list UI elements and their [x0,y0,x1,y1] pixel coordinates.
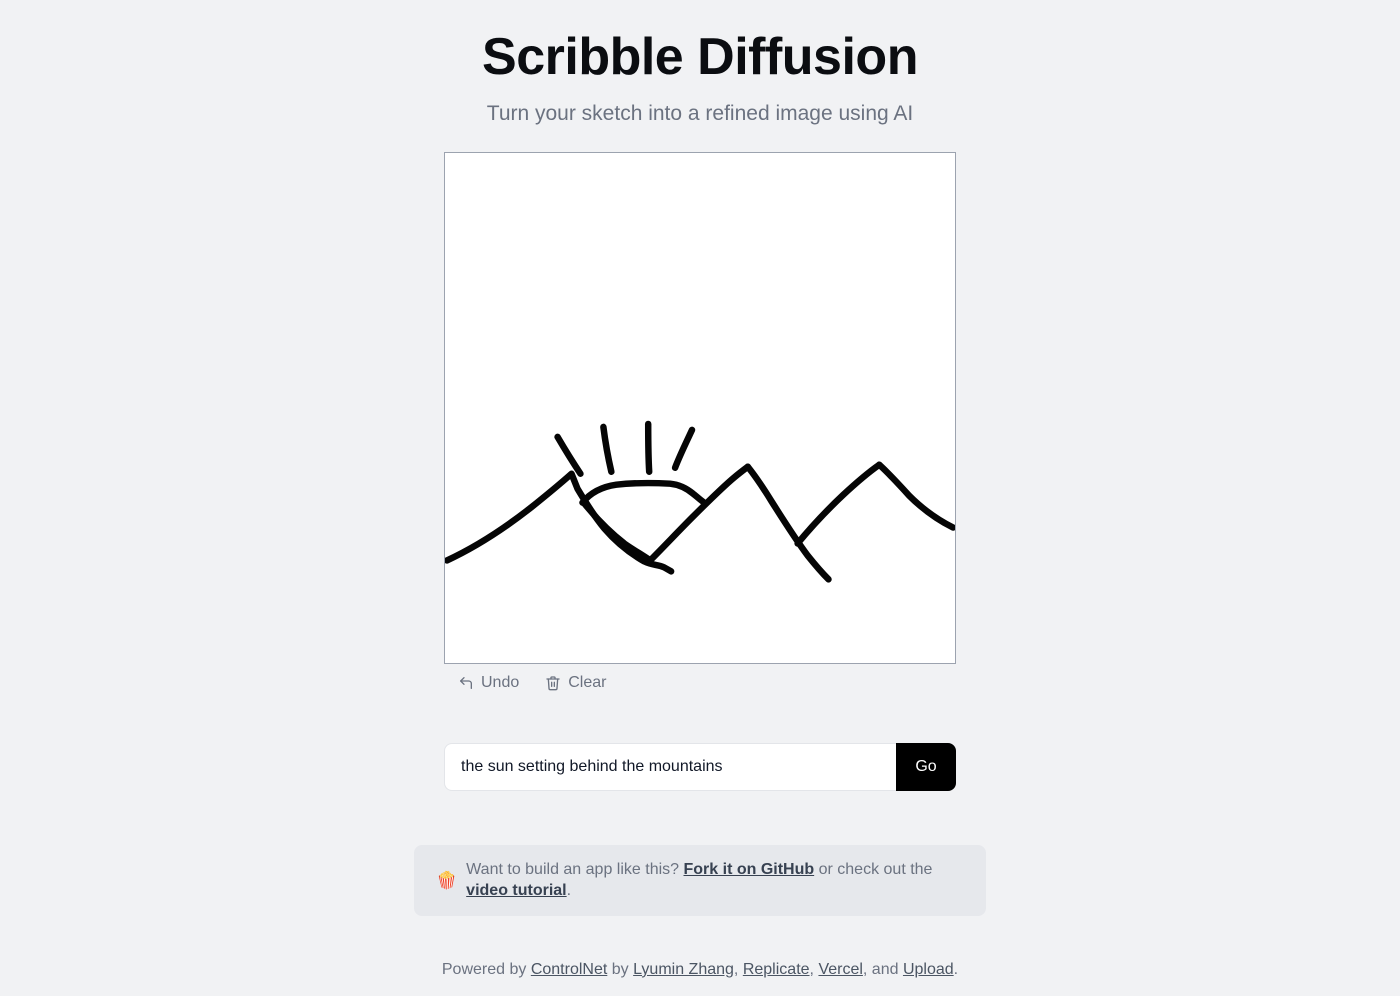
footer-end: . [953,960,959,978]
canvas-toolbar: Undo Clear [444,673,956,693]
page-title: Scribble Diffusion [482,28,918,86]
footer-credits: Powered by ControlNet by Lyumin Zhang, R… [442,961,958,979]
vercel-link[interactable]: Vercel [818,961,862,978]
clear-label: Clear [568,673,607,691]
canvas-section: Undo Clear [444,151,956,693]
undo-button[interactable]: Undo [456,673,521,693]
prompt-form: Go [444,742,956,791]
popcorn-emoji: 🍿 [436,870,458,890]
undo-arrow-icon [458,675,474,691]
author-link[interactable]: Lyumin Zhang [633,961,734,978]
banner-text-before: Want to build an app like this? [466,860,680,878]
controlnet-link[interactable]: ControlNet [531,961,607,978]
banner-text: Want to build an app like this? Fork it … [466,859,964,902]
banner-text-after: . [566,882,572,900]
fork-github-link[interactable]: Fork it on GitHub [684,861,815,878]
upload-link[interactable]: Upload [903,961,954,978]
go-button[interactable]: Go [896,742,956,791]
video-tutorial-link[interactable]: video tutorial [466,882,566,899]
footer-sep-2: , [809,960,814,978]
page-root: Scribble Diffusion Turn your sketch into… [0,0,1400,996]
footer-by: by [611,960,629,978]
trash-icon [545,675,561,691]
footer-and: , and [862,960,899,978]
sketch-drawing [445,420,955,583]
banner-text-middle: or check out the [818,860,933,878]
page-subtitle: Turn your sketch into a refined image us… [486,102,914,126]
clear-button[interactable]: Clear [543,673,608,693]
build-app-banner: 🍿 Want to build an app like this? Fork i… [414,844,986,916]
footer-powered-by: Powered by [441,960,527,978]
undo-label: Undo [481,673,520,691]
prompt-input[interactable] [444,742,896,791]
sketch-canvas[interactable] [444,151,956,664]
footer-sep-1: , [733,960,739,978]
replicate-link[interactable]: Replicate [743,961,810,978]
